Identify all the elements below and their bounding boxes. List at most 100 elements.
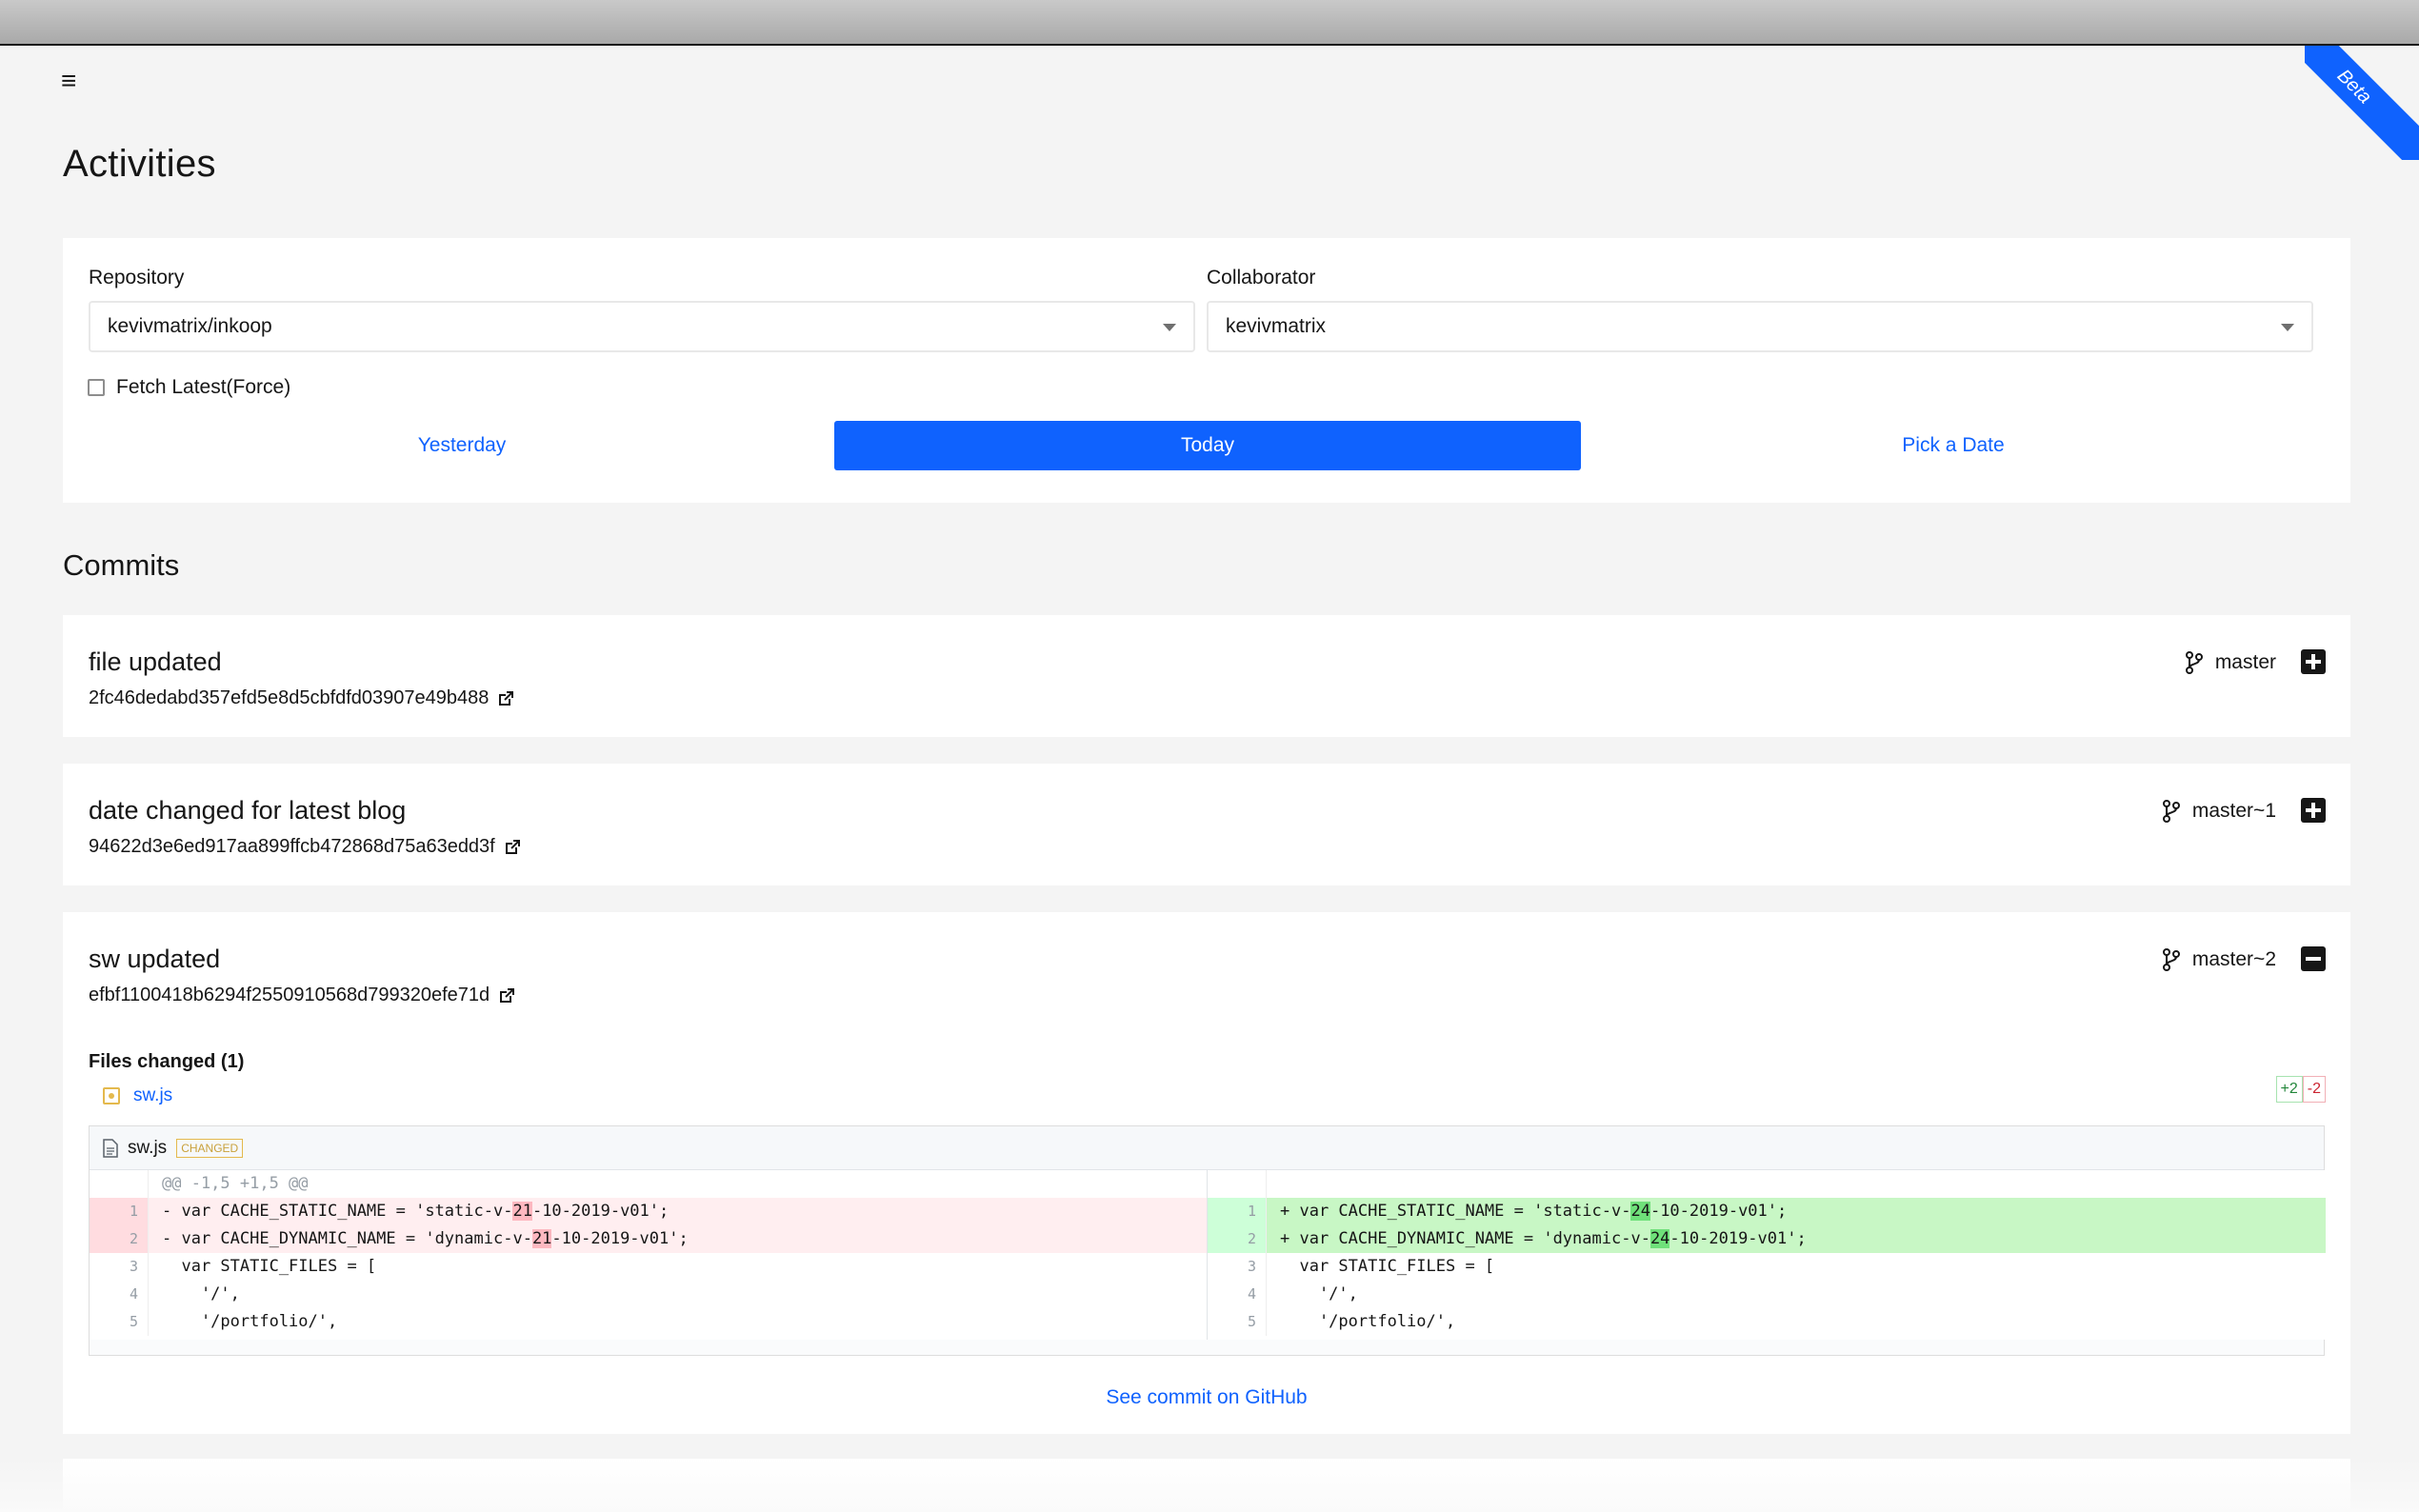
chevron-down-icon	[2281, 324, 2294, 331]
line-code: + var CACHE_DYNAMIC_NAME = 'dynamic-v-24…	[1280, 1229, 1807, 1248]
branch-name: master~2	[2191, 948, 2276, 970]
expand-plus-square-icon[interactable]	[2301, 798, 2326, 823]
repository-select-value: kevivmatrix/inkoop	[108, 315, 272, 337]
line-code: '/portfolio/',	[1280, 1312, 1456, 1331]
changed-file-link[interactable]: sw.js	[103, 1085, 172, 1106]
page-title: Activities	[63, 143, 216, 185]
diff-line: 3 var STATIC_FILES = [	[1208, 1253, 2326, 1281]
commit-card-expanded: sw updated efbf1100418b6294f2550910568d7…	[63, 912, 2350, 1434]
line-code: '/',	[1280, 1284, 1358, 1303]
commit-message: sw updated	[89, 945, 221, 973]
collapse-minus-square-icon[interactable]	[2301, 946, 2326, 971]
collaborator-select-value: kevivmatrix	[1226, 315, 1327, 337]
beta-ribbon: Beta	[2305, 46, 2419, 160]
word-change-highlight: 21	[531, 1229, 552, 1248]
commit-sha: 2fc46dedabd357efd5e8d5cbfdfd03907e49b488	[89, 687, 490, 708]
diff-line: 1 - var CACHE_STATIC_NAME = 'static-v-21-…	[90, 1198, 1207, 1225]
line-number: 5	[1208, 1308, 1267, 1336]
line-code: - var CACHE_STATIC_NAME = 'static-v-21-1…	[162, 1202, 670, 1221]
hamburger-menu-icon[interactable]: ≡	[61, 68, 84, 94]
pick-a-date-button[interactable]: Pick a Date	[1580, 421, 2327, 470]
line-code: - var CACHE_DYNAMIC_NAME = 'dynamic-v-21…	[162, 1229, 689, 1248]
line-code: var STATIC_FILES = [	[1280, 1257, 1495, 1276]
line-code: var STATIC_FILES = [	[162, 1257, 377, 1276]
deletions-count: -2	[2302, 1076, 2326, 1103]
diff-split-view: @@ -1,5 +1,5 @@ 1 - var CACHE_STATIC_NAME…	[90, 1170, 2326, 1340]
commits-section-title: Commits	[63, 548, 180, 582]
line-number: 3	[1208, 1253, 1267, 1281]
line-number: 5	[90, 1308, 149, 1336]
commit-sha: 94622d3e6ed917aa899ffcb472868d75a63edd3f	[89, 836, 495, 857]
line-code: + var CACHE_STATIC_NAME = 'static-v-24-1…	[1280, 1202, 1788, 1221]
diff-line: 4 '/',	[90, 1281, 1207, 1308]
file-modified-icon	[103, 1087, 120, 1104]
commit-sha: efbf1100418b6294f2550910568d799320efe71d	[89, 985, 490, 1005]
line-number: 1	[1208, 1198, 1267, 1225]
line-number: 2	[90, 1225, 149, 1253]
word-change-highlight: 21	[512, 1202, 532, 1221]
git-branch-icon	[2162, 948, 2180, 971]
word-change-highlight: 24	[1630, 1202, 1650, 1221]
commit-card: date changed for latest blog 94622d3e6ed…	[63, 764, 2350, 885]
diff-file-header: sw.js CHANGED	[90, 1126, 2324, 1170]
line-number: 1	[90, 1198, 149, 1225]
line-number: 2	[1208, 1225, 1267, 1253]
fetch-latest-row[interactable]: Fetch Latest(Force)	[88, 375, 290, 400]
commit-sha-link[interactable]: 2fc46dedabd357efd5e8d5cbfdfd03907e49b488	[89, 687, 515, 709]
external-link-icon	[500, 987, 515, 1003]
commit-card: file updated 2fc46dedabd357efd5e8d5cbfdf…	[63, 615, 2350, 737]
word-change-highlight: 24	[1649, 1229, 1670, 1248]
diff-line: 2 - var CACHE_DYNAMIC_NAME = 'dynamic-v-2…	[90, 1225, 1207, 1253]
file-icon	[103, 1138, 118, 1158]
files-changed-heading: Files changed (1)	[89, 1051, 245, 1072]
commit-sha-link[interactable]: efbf1100418b6294f2550910568d799320efe71d	[89, 985, 516, 1006]
changed-file-name: sw.js	[133, 1085, 173, 1105]
external-link-icon	[499, 690, 514, 706]
line-number: 4	[1208, 1281, 1267, 1308]
diff-line: 5 '/portfolio/',	[90, 1308, 1207, 1336]
fetch-latest-checkbox[interactable]	[88, 379, 105, 396]
line-number: 4	[90, 1281, 149, 1308]
repository-label: Repository	[89, 267, 185, 288]
diff-file-name: sw.js	[128, 1137, 168, 1158]
collaborator-select[interactable]: kevivmatrix	[1207, 301, 2313, 352]
commit-sha-link[interactable]: 94622d3e6ed917aa899ffcb472868d75a63edd3f	[89, 836, 522, 858]
branch-label: master~2	[2162, 948, 2276, 971]
scroll-fade-overlay	[0, 1457, 2419, 1512]
line-code: '/',	[162, 1284, 240, 1303]
see-commit-on-github-link[interactable]: See commit on GitHub	[63, 1386, 2350, 1409]
external-link-icon	[505, 839, 520, 854]
chevron-down-icon	[1163, 324, 1176, 331]
changed-badge: CHANGED	[176, 1138, 244, 1158]
branch-label: master~1	[2162, 800, 2276, 823]
yesterday-button[interactable]: Yesterday	[89, 421, 835, 470]
diff-line: 1 + var CACHE_STATIC_NAME = 'static-v-24-…	[1208, 1198, 2326, 1225]
repository-select[interactable]: kevivmatrix/inkoop	[89, 301, 1195, 352]
commit-message: date changed for latest blog	[89, 796, 407, 825]
diffstat: +2 -2	[2275, 1076, 2326, 1103]
browser-top-bar	[0, 0, 2419, 46]
diff-hunk-header: @@ -1,5 +1,5 @@	[90, 1170, 1207, 1198]
diff-line: 3 var STATIC_FILES = [	[90, 1253, 1207, 1281]
branch-name: master	[2214, 651, 2276, 673]
commit-message: file updated	[89, 647, 222, 676]
branch-label: master	[2185, 651, 2276, 674]
diff-new-column: 1 + var CACHE_STATIC_NAME = 'static-v-24-…	[1208, 1170, 2326, 1340]
collaborator-label: Collaborator	[1207, 267, 1316, 288]
fetch-latest-label: Fetch Latest(Force)	[116, 376, 291, 398]
diff-old-column: @@ -1,5 +1,5 @@ 1 - var CACHE_STATIC_NAME…	[90, 1170, 1208, 1340]
diff-viewer: sw.js CHANGED @@ -1,5 +1,5 @@ 1 - var CAC…	[89, 1125, 2326, 1356]
diff-line: 4 '/',	[1208, 1281, 2326, 1308]
branch-name: master~1	[2191, 800, 2276, 822]
line-code: '/portfolio/',	[162, 1312, 338, 1331]
additions-count: +2	[2275, 1076, 2303, 1103]
expand-plus-square-icon[interactable]	[2301, 649, 2326, 674]
git-branch-icon	[2162, 800, 2180, 823]
diff-line: 2 + var CACHE_DYNAMIC_NAME = 'dynamic-v-2…	[1208, 1225, 2326, 1253]
diff-hunk-header	[1208, 1170, 2326, 1198]
today-button[interactable]: Today	[834, 421, 1581, 470]
line-number: 3	[90, 1253, 149, 1281]
git-branch-icon	[2185, 651, 2203, 674]
filter-panel: Repository kevivmatrix/inkoop Collaborat…	[63, 238, 2350, 503]
beta-ribbon-container: Beta	[2305, 46, 2419, 160]
